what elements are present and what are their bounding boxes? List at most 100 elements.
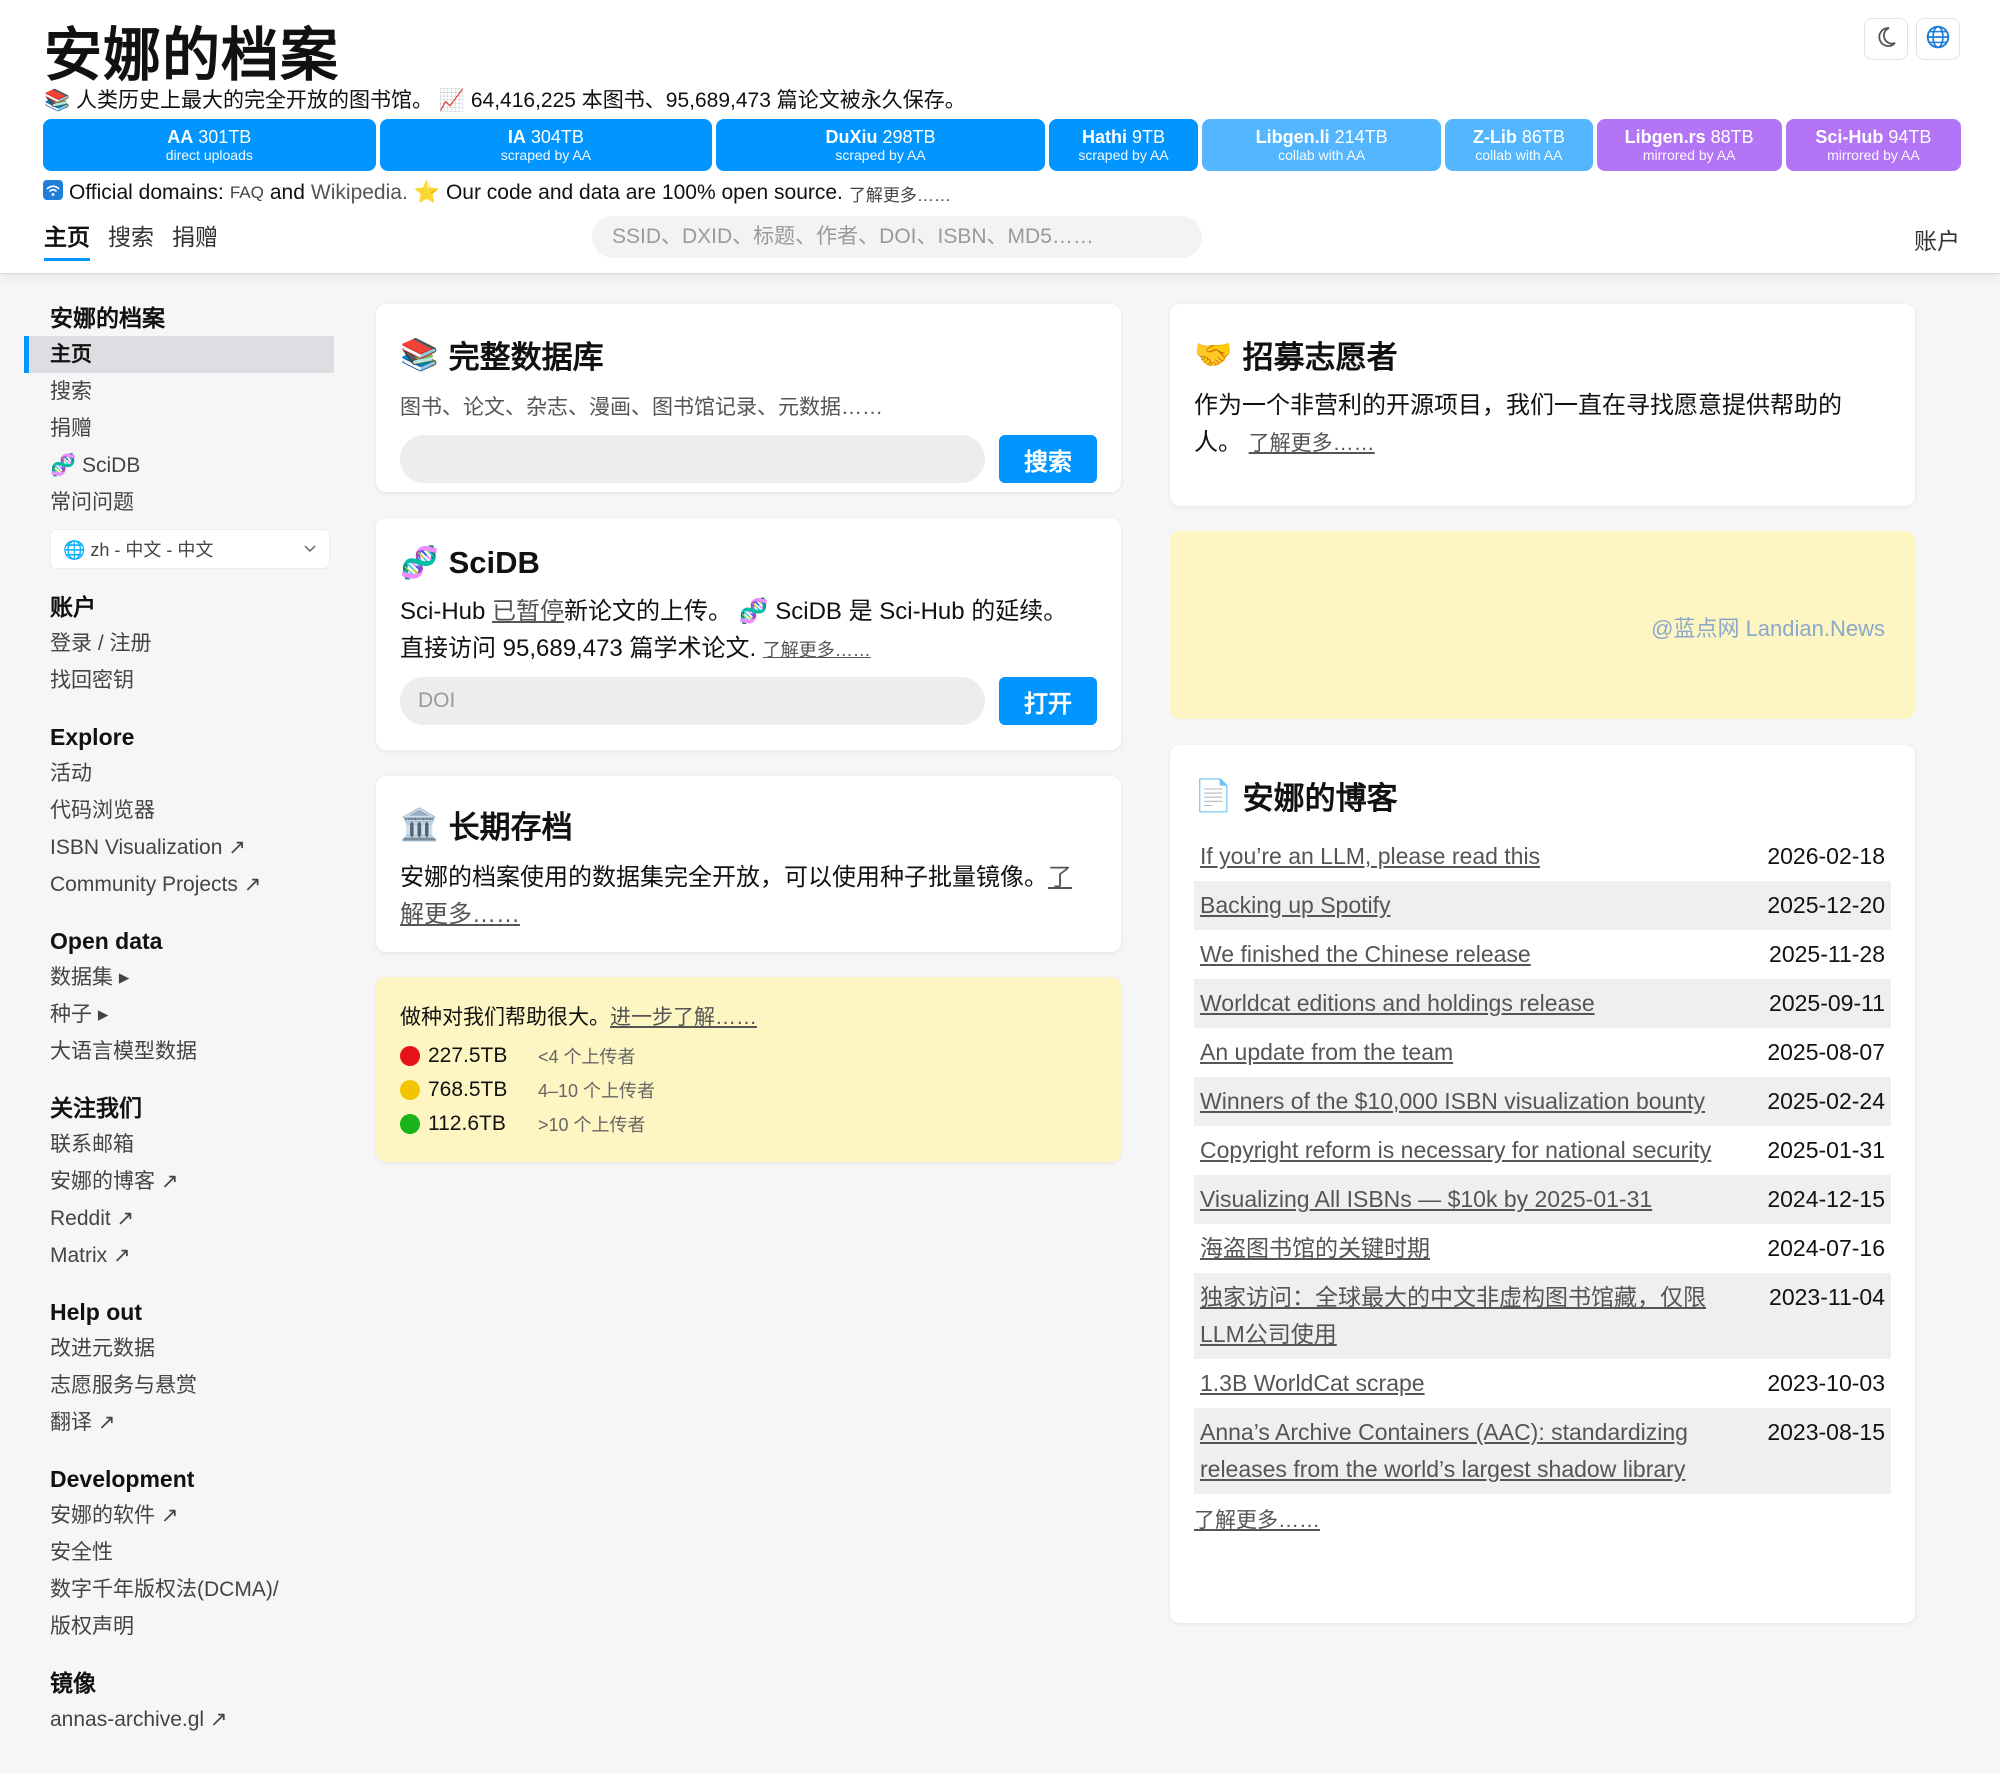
sidebar-item[interactable]: 主页 [24,336,334,373]
sidebar-item[interactable]: 登录 / 注册 [24,625,334,662]
blog-post-link[interactable]: Backing up Spotify [1200,887,1740,924]
database-search-button[interactable]: 搜索 [999,435,1097,483]
archive-text: 安娜的档案使用的数据集完全开放，可以使用种子批量镜像。了 解更多…… [400,859,1097,933]
sidebar: 安娜的档案 主页 搜索 捐赠 🧬 SciDB 常问问题 🌐 zh - 中文 - 中文 账户 登录… [24,300,334,1758]
scidb-search-row: 打开 [400,677,1097,725]
blog-post-link[interactable]: Anna’s Archive Containers (AAC): standar… [1200,1414,1740,1488]
sidebar-item[interactable]: 版权声明 [24,1608,334,1645]
scidb-text-1b: 新论文的上传。 🧬 SciDB 是 Sci-Hub 的延续。 [564,598,1068,625]
scidb-text-1a: Sci-Hub [400,598,486,625]
sidebar-item[interactable]: 数据集 ▸ [24,959,334,996]
sidebar-item[interactable]: 改进元数据 [24,1330,334,1367]
archive-learn-more-link-a[interactable]: 了 [1048,864,1072,891]
stat-subtitle: mirrored by AA [1642,147,1736,164]
sidebar-item[interactable]: 联系邮箱 [24,1126,334,1163]
status-dot-icon [400,1046,420,1066]
stat-subtitle: direct uploads [165,147,253,164]
seeding-note: <4 个上传者 [538,1047,636,1067]
account-link[interactable]: 账户 [1914,222,1960,256]
stat-button-aa[interactable]: AA 301TB direct uploads [43,119,376,171]
stat-subtitle: collab with AA [1278,147,1366,164]
sidebar-heading: 镜像 [50,1670,96,1696]
database-search-input[interactable] [400,435,985,483]
sidebar-item[interactable]: Reddit ↗ [24,1200,334,1237]
scidb-open-button[interactable]: 打开 [999,677,1097,725]
sidebar-item[interactable]: Community Projects ↗ [24,866,334,903]
sidebar-item[interactable]: 捐赠 [24,410,334,447]
site-title[interactable]: 安娜的档案 [44,8,339,92]
faq-link[interactable]: FAQ [230,183,264,203]
sidebar-item[interactable]: annas-archive.gl ↗ [24,1701,334,1738]
seeding-learn-link[interactable]: 进一步了解…… [610,1006,757,1029]
blog-post-link[interactable]: Visualizing All ISBNs — $10k by 2025-01-… [1200,1181,1740,1218]
wikipedia-link[interactable]: Wikipedia. [311,181,408,205]
sidebar-item[interactable]: 找回密钥 [24,662,334,699]
blog-post-date: 2026-02-18 [1767,843,1885,869]
seeding-size: 768.5TB [428,1078,508,1101]
stat-button-hathi[interactable]: Hathi 9TB scraped by AA [1048,119,1199,171]
sidebar-item[interactable]: 活动 [24,755,334,792]
database-subtitle: 图书、论文、杂志、漫画、图书馆记录、元数据…… [400,396,883,419]
tab-home[interactable]: 主页 [44,218,90,261]
blog-post-link[interactable]: An update from the team [1200,1034,1740,1071]
tab-donate[interactable]: 捐赠 [172,218,218,261]
blog-post-link[interactable]: We finished the Chinese release [1200,936,1740,973]
stat-button-libgen-li[interactable]: Libgen.li 214TB collab with AA [1202,119,1442,171]
paused-link[interactable]: 已暂停 [492,598,564,625]
sidebar-item[interactable]: 安娜的软件 ↗ [24,1497,334,1534]
sidebar-heading: 账户 [50,594,96,620]
sidebar-item[interactable]: 🧬 SciDB [24,447,334,484]
search-input[interactable] [592,216,1202,258]
stat-button-ia[interactable]: IA 304TB scraped by AA [379,119,713,171]
tab-search[interactable]: 搜索 [108,218,154,261]
volunteer-text: 作为一个非营利的开源项目，我们一直在寻找愿意提供帮助的 人。 了解更多…… [1194,387,1891,462]
language-select[interactable]: 🌐 zh - 中文 - 中文 [50,529,330,569]
tagline-text-1: 人类历史上最大的完全开放的图书馆。 [76,89,433,112]
watermark-text: @蓝点网 Landian.News [1651,616,1885,641]
dark-mode-button[interactable] [1864,18,1908,60]
blog-post-link[interactable]: Worldcat editions and holdings release [1200,985,1740,1022]
blog-post-link[interactable]: 海盗图书馆的关键时期 [1200,1230,1740,1267]
learn-more-link[interactable]: 了解更多…… [849,181,951,206]
volunteer-learn-more-link[interactable]: 了解更多…… [1249,432,1375,455]
blog-more-link[interactable]: 了解更多…… [1194,1504,1891,1534]
sidebar-item[interactable]: 翻译 ↗ [24,1404,334,1441]
sidebar-item[interactable]: 搜索 [24,373,334,410]
blog-post-link[interactable]: 1.3B WorldCat scrape [1200,1365,1740,1402]
blog-post-row: 1.3B WorldCat scrape 2023-10-03 [1194,1359,1891,1408]
database-card: 📚 完整数据库 图书、论文、杂志、漫画、图书馆记录、元数据…… 搜索 [376,304,1121,492]
sidebar-item[interactable]: 种子 ▸ [24,996,334,1033]
stat-label: Sci-Hub 94TB [1815,126,1932,147]
archive-learn-more-link-b[interactable]: 解更多…… [400,901,520,928]
sidebar-item[interactable]: 常问问题 [24,484,334,521]
scidb-card: 🧬 SciDB Sci-Hub 已暂停新论文的上传。 🧬 SciDB 是 Sci… [376,518,1121,750]
stat-button-duxiu[interactable]: DuXiu 298TB scraped by AA [716,119,1045,171]
blog-post-link[interactable]: 独家访问：全球最大的中文非虚构图书馆藏，仅限LLM公司使用 [1200,1279,1740,1353]
sidebar-item[interactable]: 数字千年版权法(DCMA)/ [24,1571,334,1608]
domains-and: and [269,181,305,204]
stat-button-libgen-rs[interactable]: Libgen.rs 88TB mirrored by AA [1596,119,1782,171]
sidebar-item[interactable]: 志愿服务与悬赏 [24,1367,334,1404]
stat-button-z-lib[interactable]: Z-Lib 86TB collab with AA [1445,119,1593,171]
doi-input[interactable] [400,677,985,725]
sidebar-item[interactable]: 大语言模型数据 [24,1033,334,1070]
blog-post-link[interactable]: Copyright reform is necessary for nation… [1200,1132,1740,1169]
blog-title-text: 安娜的博客 [1242,781,1398,816]
handshake-icon: 🤝 [1194,337,1233,372]
sidebar-item[interactable]: 安全性 [24,1534,334,1571]
stat-button-sci-hub[interactable]: Sci-Hub 94TB mirrored by AA [1785,119,1962,171]
sidebar-item[interactable]: ISBN Visualization ↗ [24,829,334,866]
moon-icon [1874,25,1898,54]
sidebar-item[interactable]: 代码浏览器 [24,792,334,829]
sidebar-item[interactable]: Matrix ↗ [24,1237,334,1274]
language-button[interactable] [1916,18,1960,60]
blog-post-link[interactable]: Winners of the $10,000 ISBN visualizatio… [1200,1083,1740,1120]
blog-post-date: 2023-11-04 [1769,1284,1885,1310]
domains-prefix: Official domains: [69,181,224,204]
sidebar-item[interactable]: 安娜的博客 ↗ [24,1163,334,1200]
blog-post-link[interactable]: If you’re an LLM, please read this [1200,838,1740,875]
scidb-learn-more-link[interactable]: 了解更多…… [763,640,871,660]
